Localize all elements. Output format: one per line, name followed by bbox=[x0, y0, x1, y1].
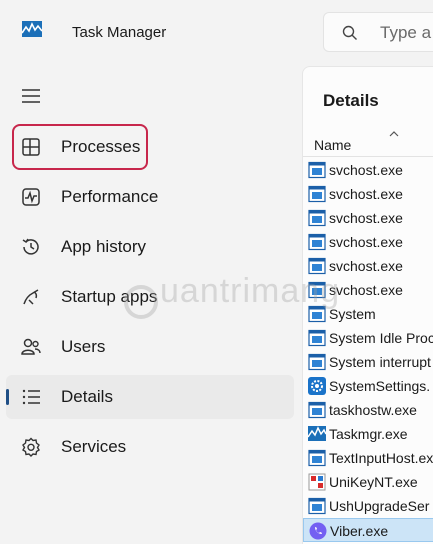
process-row[interactable]: svchost.exe bbox=[303, 206, 433, 230]
process-name: svchost.exe bbox=[329, 162, 403, 178]
generic-exe-icon bbox=[308, 449, 326, 467]
details-panel: Details Name svchost.exe svchost.exe svcho… bbox=[302, 66, 433, 544]
viber-icon bbox=[309, 522, 327, 540]
startup-icon bbox=[23, 289, 39, 305]
app-title: Task Manager bbox=[72, 24, 167, 41]
nav-item-details[interactable]: Details bbox=[6, 375, 294, 419]
process-name: svchost.exe bbox=[329, 282, 403, 298]
process-row[interactable]: svchost.exe bbox=[303, 158, 433, 182]
sort-ascending-icon bbox=[389, 131, 399, 137]
generic-exe-icon bbox=[308, 281, 326, 299]
process-name: svchost.exe bbox=[329, 210, 403, 226]
process-name: svchost.exe bbox=[329, 258, 403, 274]
panel-title: Details bbox=[323, 91, 379, 110]
process-name: taskhostw.exe bbox=[329, 402, 417, 418]
task-manager-app-icon bbox=[22, 21, 42, 37]
generic-exe-icon bbox=[308, 353, 326, 371]
generic-exe-icon bbox=[308, 185, 326, 203]
process-name: UniKeyNT.exe bbox=[329, 474, 418, 490]
process-row[interactable]: Viber.exe bbox=[303, 518, 433, 542]
nav-item-performance[interactable]: Performance bbox=[6, 175, 294, 219]
column-header-label: Name bbox=[314, 137, 352, 153]
generic-exe-icon bbox=[308, 257, 326, 275]
process-list: svchost.exe svchost.exe svchost.exe svchost… bbox=[303, 158, 433, 542]
nav-item-app-history[interactable]: App history bbox=[6, 225, 294, 269]
process-row[interactable]: System Idle Proc bbox=[303, 326, 433, 350]
nav-label-startup-apps: Startup apps bbox=[61, 287, 158, 306]
process-row[interactable]: svchost.exe bbox=[303, 254, 433, 278]
process-row[interactable]: SystemSettings. bbox=[303, 374, 433, 398]
performance-icon bbox=[22, 188, 40, 206]
search-input[interactable] bbox=[380, 22, 433, 44]
process-row[interactable]: System bbox=[303, 302, 433, 326]
process-row[interactable]: System interrupt bbox=[303, 350, 433, 374]
settings-gear-icon bbox=[308, 377, 326, 395]
history-icon bbox=[22, 238, 39, 255]
generic-exe-icon bbox=[308, 401, 326, 419]
process-row[interactable]: svchost.exe bbox=[303, 182, 433, 206]
process-row[interactable]: TextInputHost.ex bbox=[303, 446, 433, 470]
process-name: System Idle Proc bbox=[329, 330, 433, 346]
nav-item-users[interactable]: Users bbox=[6, 325, 294, 369]
search-box[interactable] bbox=[323, 12, 433, 52]
title-bar: Task Manager bbox=[0, 0, 433, 62]
process-name: svchost.exe bbox=[329, 234, 403, 250]
process-row[interactable]: UshUpgradeSer bbox=[303, 494, 433, 518]
generic-exe-icon bbox=[308, 305, 326, 323]
generic-exe-icon bbox=[308, 497, 326, 515]
column-header-name[interactable]: Name bbox=[303, 129, 433, 157]
process-name: SystemSettings. bbox=[329, 378, 431, 394]
search-icon bbox=[342, 25, 357, 40]
process-row[interactable]: taskhostw.exe bbox=[303, 398, 433, 422]
generic-exe-icon bbox=[308, 233, 326, 251]
nav-label-processes: Processes bbox=[61, 137, 141, 156]
process-row[interactable]: svchost.exe bbox=[303, 230, 433, 254]
details-icon bbox=[22, 389, 40, 405]
process-name: Viber.exe bbox=[330, 523, 389, 539]
nav-item-processes[interactable]: Processes bbox=[6, 125, 294, 169]
nav-label-users: Users bbox=[61, 337, 106, 356]
nav-item-services[interactable]: Services bbox=[6, 425, 294, 469]
processes-icon bbox=[22, 138, 40, 156]
nav-label-app-history: App history bbox=[61, 237, 147, 256]
selection-indicator bbox=[6, 389, 9, 405]
hamburger-menu-icon[interactable] bbox=[20, 87, 42, 105]
nav-label-details: Details bbox=[61, 387, 113, 406]
process-name: Taskmgr.exe bbox=[329, 426, 408, 442]
users-icon bbox=[21, 338, 41, 355]
process-row[interactable]: Taskmgr.exe bbox=[303, 422, 433, 446]
process-row[interactable]: UniKeyNT.exe bbox=[303, 470, 433, 494]
process-name: UshUpgradeSer bbox=[329, 498, 430, 514]
generic-exe-icon bbox=[308, 161, 326, 179]
unikey-icon bbox=[308, 473, 326, 491]
generic-exe-icon bbox=[308, 209, 326, 227]
taskmgr-icon bbox=[307, 425, 327, 443]
nav-label-performance: Performance bbox=[61, 187, 159, 206]
services-icon bbox=[22, 437, 40, 457]
nav-label-services: Services bbox=[61, 437, 127, 456]
nav-item-startup-apps[interactable]: Startup apps bbox=[6, 275, 294, 319]
process-name: System interrupt bbox=[329, 354, 431, 370]
generic-exe-icon bbox=[308, 329, 326, 347]
process-row[interactable]: svchost.exe bbox=[303, 278, 433, 302]
process-name: TextInputHost.ex bbox=[329, 450, 433, 466]
process-name: svchost.exe bbox=[329, 186, 403, 202]
process-name: System bbox=[329, 306, 376, 322]
